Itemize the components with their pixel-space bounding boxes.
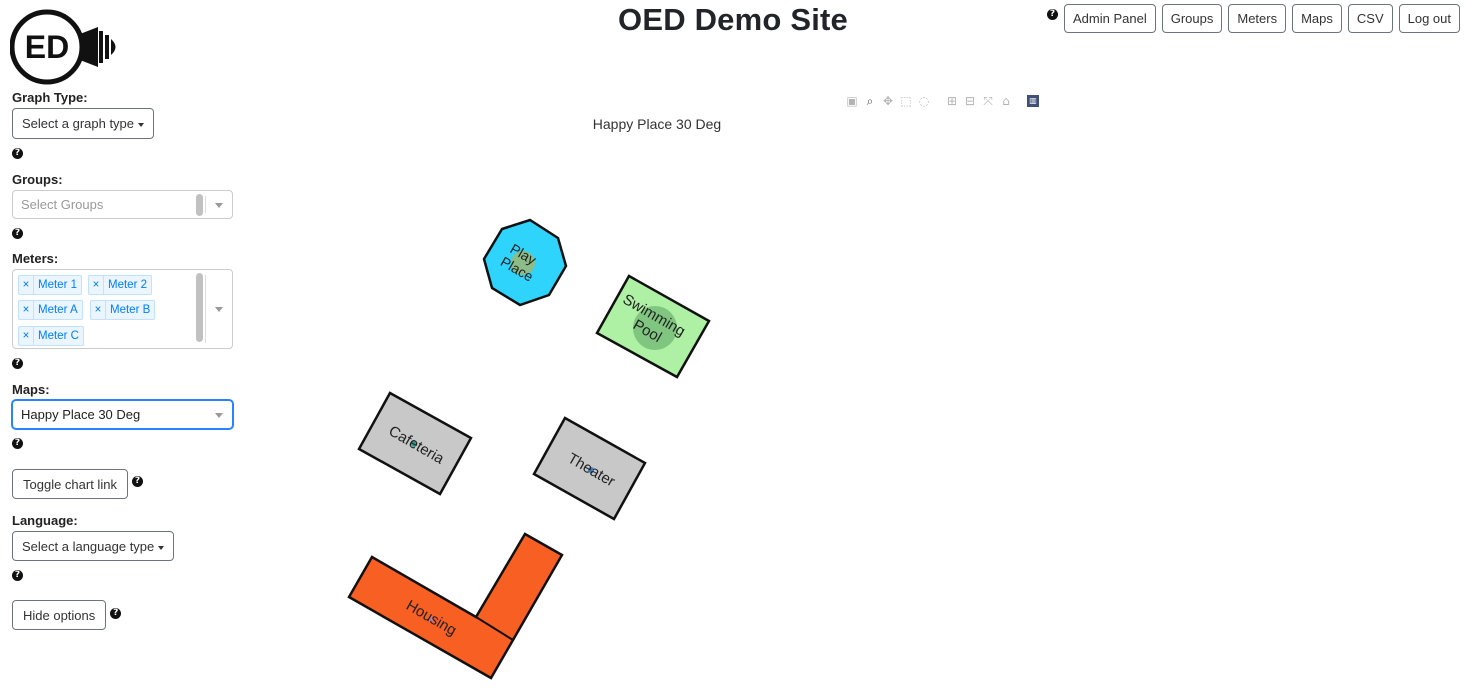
meter-chip[interactable]: × Meter 1 xyxy=(18,275,82,295)
language-value: Select a language type xyxy=(22,539,155,554)
groups-button[interactable]: Groups xyxy=(1161,4,1223,33)
maps-label: Maps: xyxy=(12,382,50,397)
scrollbar[interactable] xyxy=(196,194,203,216)
meter-marker[interactable] xyxy=(428,616,434,622)
meter-marker[interactable] xyxy=(411,441,417,447)
svg-text:Swimming Pool: Swimming Pool xyxy=(611,291,692,357)
building-housing[interactable]: Housing xyxy=(347,532,564,680)
language-dropdown[interactable]: Select a language type xyxy=(12,531,175,561)
groups-select[interactable]: Select Groups xyxy=(12,190,233,219)
meters-select[interactable]: × Meter 1 × Meter 2 × Meter A × Meter B × Met… xyxy=(12,269,233,349)
dropdown-arrow-icon[interactable] xyxy=(215,202,223,208)
help-icon[interactable]: ? xyxy=(12,228,23,239)
box-select-icon[interactable]: ⬚ xyxy=(899,94,913,108)
meters-label: Meters: xyxy=(12,251,59,266)
help-icon[interactable]: ? xyxy=(12,148,23,159)
remove-icon[interactable]: × xyxy=(19,276,34,294)
help-icon[interactable]: ? xyxy=(12,570,23,581)
chart-title: Happy Place 30 Deg xyxy=(592,116,722,132)
pan-icon[interactable]: ✥ xyxy=(881,94,895,108)
help-icon[interactable]: ? xyxy=(1047,9,1058,20)
meter-chip[interactable]: × Meter B xyxy=(90,300,156,320)
maps-select[interactable]: Happy Place 30 Deg xyxy=(12,400,233,429)
groups-placeholder: Select Groups xyxy=(21,197,104,212)
building-cafeteria[interactable]: Cafeteria xyxy=(357,391,473,496)
autoscale-icon[interactable]: ⤧ xyxy=(981,94,995,108)
svg-text:Play Place: Play Place xyxy=(498,239,545,284)
zoom-in-icon[interactable]: ⊞ xyxy=(945,94,959,108)
remove-icon[interactable]: × xyxy=(19,327,34,345)
chart-modebar: ▣ ⌕ ✥ ⬚ ◌ ⊞ ⊟ ⤧ ⌂ ▥ xyxy=(845,93,1039,109)
meter-chip[interactable]: × Meter A xyxy=(18,300,83,320)
toggle-chart-link-button[interactable]: Toggle chart link xyxy=(12,469,128,499)
meter-marker[interactable] xyxy=(633,306,677,350)
language-label: Language: xyxy=(12,513,78,528)
dropdown-arrow-icon[interactable] xyxy=(215,412,223,418)
help-icon[interactable]: ? xyxy=(131,475,143,487)
caret-down-icon xyxy=(158,545,165,550)
dropdown-arrow-icon[interactable] xyxy=(215,307,223,312)
csv-button[interactable]: CSV xyxy=(1347,4,1393,33)
log-out-button[interactable]: Log out xyxy=(1398,4,1460,33)
zoom-out-icon[interactable]: ⊟ xyxy=(963,94,977,108)
svg-text:Cafeteria: Cafeteria xyxy=(386,423,448,468)
help-icon[interactable]: ? xyxy=(12,438,23,449)
lasso-select-icon[interactable]: ◌ xyxy=(917,94,931,108)
remove-icon[interactable]: × xyxy=(89,276,104,294)
meter-marker[interactable] xyxy=(511,251,535,275)
building-swimming-pool[interactable]: Swimming Pool xyxy=(595,274,711,379)
remove-icon[interactable]: × xyxy=(19,301,34,319)
svg-text:Theater: Theater xyxy=(565,450,618,491)
options-sidebar: Graph Type: Select a graph type ? Groups… xyxy=(12,90,236,630)
building-play-place[interactable]: Play Place xyxy=(482,218,568,307)
reset-axes-icon[interactable]: ⌂ xyxy=(999,94,1013,108)
maps-button[interactable]: Maps xyxy=(1292,4,1342,33)
help-icon[interactable]: ? xyxy=(12,358,23,369)
zoom-icon[interactable]: ⌕ xyxy=(863,94,877,108)
plotly-logo-icon[interactable]: ▥ xyxy=(1027,95,1039,107)
maps-value: Happy Place 30 Deg xyxy=(21,407,141,422)
graph-type-label: Graph Type: xyxy=(12,90,88,105)
camera-icon[interactable]: ▣ xyxy=(845,94,859,108)
help-icon[interactable]: ? xyxy=(110,607,122,619)
groups-label: Groups: xyxy=(12,172,63,187)
meter-chip[interactable]: × Meter C xyxy=(18,326,84,346)
scrollbar[interactable] xyxy=(196,273,203,342)
top-navigation: ? Admin Panel Groups Meters Maps CSV Log… xyxy=(1047,4,1460,33)
hide-options-button[interactable]: Hide options xyxy=(12,600,107,630)
admin-panel-button[interactable]: Admin Panel xyxy=(1064,4,1156,33)
meter-chip[interactable]: × Meter 2 xyxy=(88,275,152,295)
meters-button[interactable]: Meters xyxy=(1228,4,1287,33)
building-theater[interactable]: Theater xyxy=(532,416,647,521)
remove-icon[interactable]: × xyxy=(91,301,106,319)
meter-marker[interactable] xyxy=(588,467,594,473)
svg-text:Housing: Housing xyxy=(403,597,459,639)
